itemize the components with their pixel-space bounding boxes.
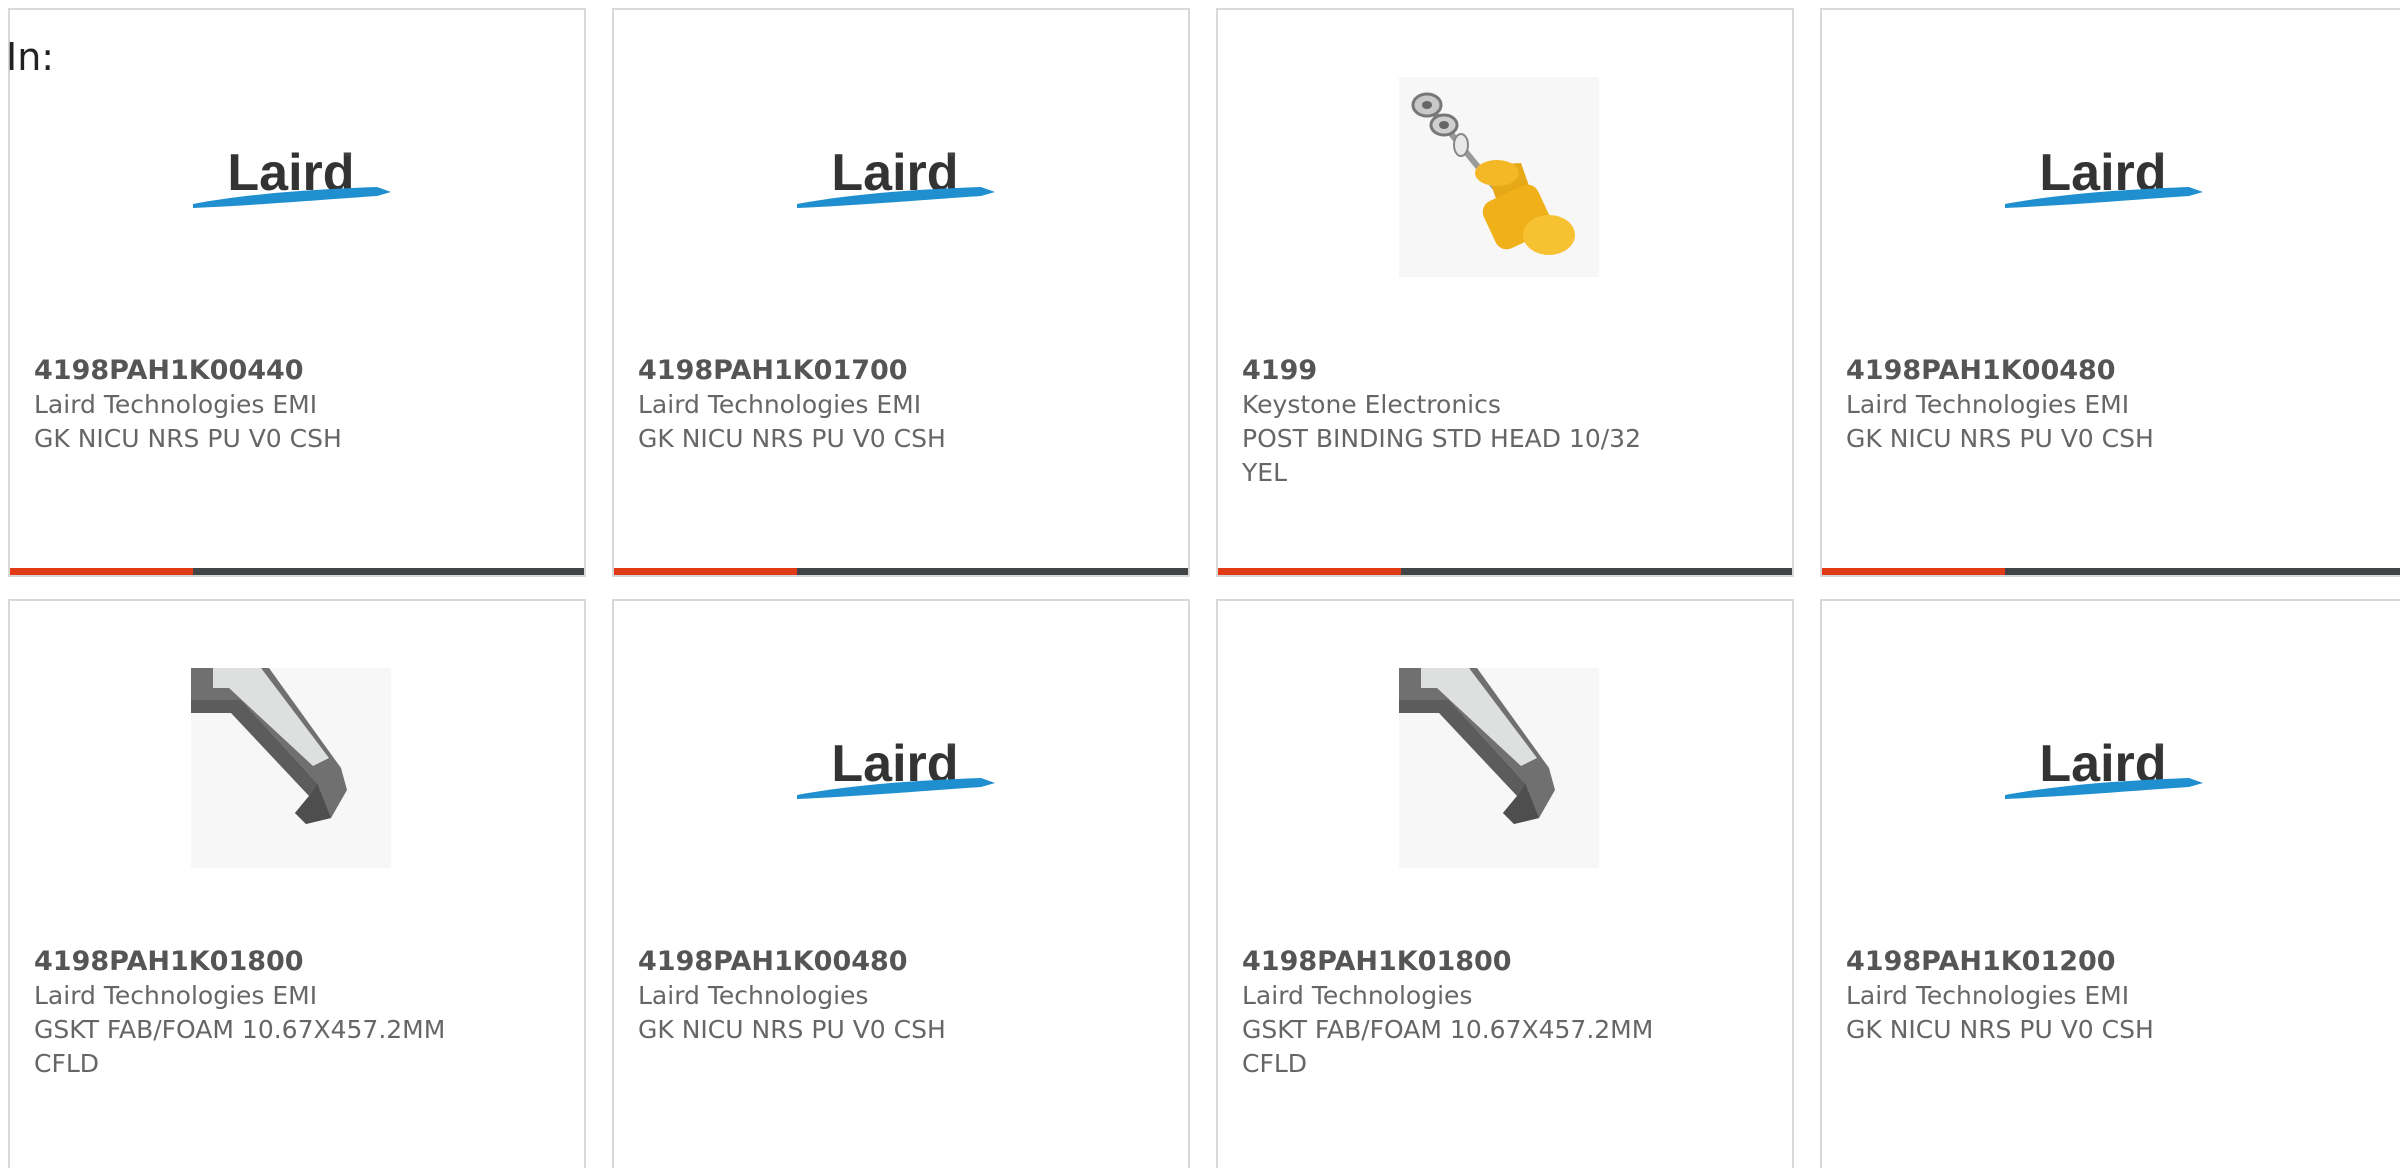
card-bottom-bar	[1822, 568, 2400, 575]
product-info: 4198PAH1K01800 Laird Technologies EMI GS…	[34, 945, 560, 1081]
product-card[interactable]: Laird ™ 4198PAH1K00440 Laird Technologie…	[8, 8, 586, 577]
card-bar-accent	[1822, 568, 2005, 575]
product-info: 4199 Keystone Electronics POST BINDING S…	[1242, 354, 1768, 490]
product-description: GSKT FAB/FOAM 10.67X457.2MM CFLD	[34, 1015, 446, 1078]
manufacturer-name: Laird Technologies	[1242, 981, 1473, 1010]
product-description: POST BINDING STD HEAD 10/32 YEL	[1242, 424, 1641, 487]
product-info: 4198PAH1K01800 Laird Technologies GSKT F…	[1242, 945, 1768, 1081]
product-card[interactable]: Laird ™ 4198PAH1K00480 Laird Technologie…	[1820, 8, 2400, 577]
part-number-link[interactable]: 4198PAH1K00440	[34, 354, 560, 388]
product-description: GK NICU NRS PU V0 CSH	[638, 1015, 946, 1044]
product-card[interactable]: Laird ™ 4198PAH1K01200 Laird Technologie…	[1820, 599, 2400, 1168]
product-description: GSKT FAB/FOAM 10.67X457.2MM CFLD	[1242, 1015, 1654, 1078]
gasket-image	[191, 668, 391, 868]
part-number-link[interactable]: 4198PAH1K01700	[638, 354, 1164, 388]
card-bottom-bar	[10, 568, 584, 575]
laird-logo-image: Laird ™	[795, 77, 995, 277]
manufacturer-name: Laird Technologies EMI	[34, 981, 318, 1010]
card-bottom-bar	[1218, 568, 1792, 575]
product-grid: Laird ™ 4198PAH1K00440 Laird Technologie…	[8, 8, 2400, 1168]
manufacturer-name: Laird Technologies	[638, 981, 869, 1010]
binding-post-image	[1399, 77, 1599, 277]
product-info: 4198PAH1K01700 Laird Technologies EMI GK…	[638, 354, 1164, 456]
manufacturer-name: Keystone Electronics	[1242, 390, 1501, 419]
product-description: GK NICU NRS PU V0 CSH	[638, 424, 946, 453]
laird-logo-image: Laird ™	[795, 668, 995, 868]
card-bar-accent	[10, 568, 193, 575]
product-card[interactable]: 4199 Keystone Electronics POST BINDING S…	[1216, 8, 1794, 577]
part-number-link[interactable]: 4198PAH1K01800	[1242, 945, 1768, 979]
in-filter-label: In:	[6, 35, 55, 79]
logo-tm: ™	[2155, 742, 2164, 752]
logo-tm: ™	[947, 151, 956, 161]
product-description: GK NICU NRS PU V0 CSH	[1846, 1015, 2154, 1044]
product-info: 4198PAH1K00480 Laird Technologies GK NIC…	[638, 945, 1164, 1047]
product-info: 4198PAH1K01200 Laird Technologies EMI GK…	[1846, 945, 2376, 1047]
part-number-link[interactable]: 4198PAH1K00480	[1846, 354, 2376, 388]
manufacturer-name: Laird Technologies EMI	[1846, 981, 2130, 1010]
part-number-link[interactable]: 4198PAH1K01800	[34, 945, 560, 979]
laird-logo-image: Laird ™	[2003, 77, 2203, 277]
manufacturer-name: Laird Technologies EMI	[638, 390, 922, 419]
card-bar-accent	[614, 568, 797, 575]
logo-tm: ™	[947, 742, 956, 752]
part-number-link[interactable]: 4198PAH1K01200	[1846, 945, 2376, 979]
gasket-image	[1399, 668, 1599, 868]
product-description: GK NICU NRS PU V0 CSH	[1846, 424, 2154, 453]
product-card[interactable]: Laird ™ 4198PAH1K00480 Laird Technologie…	[612, 599, 1190, 1168]
logo-tm: ™	[2155, 151, 2164, 161]
laird-logo-image: Laird ™	[2003, 668, 2203, 868]
product-card[interactable]: Laird ™ 4198PAH1K01700 Laird Technologie…	[612, 8, 1190, 577]
manufacturer-name: Laird Technologies EMI	[1846, 390, 2130, 419]
product-info: 4198PAH1K00440 Laird Technologies EMI GK…	[34, 354, 560, 456]
card-bar-accent	[1218, 568, 1401, 575]
product-info: 4198PAH1K00480 Laird Technologies EMI GK…	[1846, 354, 2376, 456]
card-bottom-bar	[614, 568, 1188, 575]
product-description: GK NICU NRS PU V0 CSH	[34, 424, 342, 453]
manufacturer-name: Laird Technologies EMI	[34, 390, 318, 419]
product-card[interactable]: 4198PAH1K01800 Laird Technologies GSKT F…	[1216, 599, 1794, 1168]
product-card[interactable]: 4198PAH1K01800 Laird Technologies EMI GS…	[8, 599, 586, 1168]
logo-tm: ™	[343, 151, 352, 161]
part-number-link[interactable]: 4198PAH1K00480	[638, 945, 1164, 979]
laird-logo-image: Laird ™	[191, 77, 391, 277]
part-number-link[interactable]: 4199	[1242, 354, 1768, 388]
